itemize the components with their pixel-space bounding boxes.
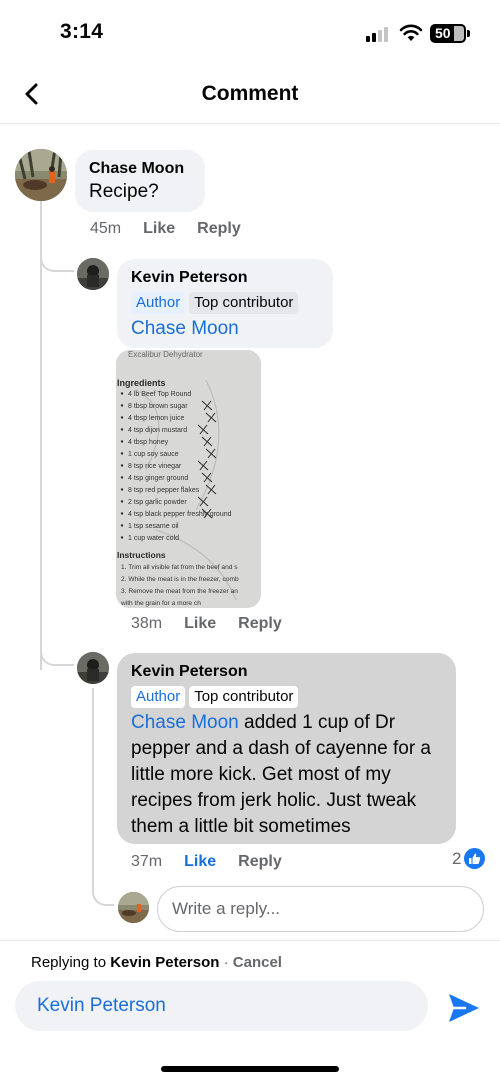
photo-ingredient: 4 lb Beef Top Round xyxy=(128,391,191,398)
cellular-signal-icon xyxy=(366,26,392,42)
top-contributor-badge: Top contributor xyxy=(189,686,299,708)
comment-time: 37m xyxy=(131,853,163,870)
photo-bullet xyxy=(120,404,124,407)
status-bar: 3:14 50 xyxy=(0,0,500,64)
author-badge: Author xyxy=(131,292,186,314)
page-title: Comment xyxy=(201,82,299,105)
photo-bullet xyxy=(120,464,124,467)
replying-indicator: Replying to Kevin Peterson · Cancel xyxy=(31,954,282,971)
thread-branch xyxy=(92,688,114,906)
comment-actions: 45m Like Reply xyxy=(90,220,263,238)
wifi-icon xyxy=(399,24,423,41)
photo-ingredient: 4 tsp black pepper freshly ground xyxy=(128,511,232,518)
status-time: 3:14 xyxy=(60,20,104,43)
photo-bullet xyxy=(120,536,124,539)
comment-author[interactable]: Kevin Peterson xyxy=(131,268,319,288)
photo-ingredient: 1 cup water cold xyxy=(128,535,179,542)
photo-bullet xyxy=(120,392,124,395)
photo-bullet xyxy=(120,488,124,491)
reaction-summary[interactable]: 2 xyxy=(452,848,486,869)
comment-time: 45m xyxy=(90,220,122,237)
thread-line xyxy=(40,200,42,670)
avatar[interactable] xyxy=(77,258,109,290)
reply-button[interactable]: Reply xyxy=(238,615,282,633)
photo-bullet xyxy=(120,524,124,527)
photo-bullet xyxy=(120,440,124,443)
thread-branch xyxy=(40,250,74,272)
comment-input[interactable]: Kevin Peterson xyxy=(15,981,428,1031)
like-button[interactable]: Like xyxy=(184,853,216,871)
current-user-avatar xyxy=(118,892,149,923)
photo-bullet xyxy=(120,452,124,455)
comment-time: 38m xyxy=(131,615,163,632)
battery-level: 50 xyxy=(435,25,451,41)
photo-instruction: with the grain for a more ch xyxy=(120,600,201,607)
photo-ingredient: 4 tbsp lemon juice xyxy=(128,415,185,422)
reply-button[interactable]: Reply xyxy=(238,853,282,871)
avatar[interactable] xyxy=(15,149,67,201)
photo-bullet xyxy=(120,428,124,431)
send-icon[interactable] xyxy=(447,991,481,1025)
photo-ingredient: 4 tsp dijon mustard xyxy=(128,427,187,434)
photo-bullet xyxy=(120,416,124,419)
thread-branch xyxy=(40,640,74,666)
photo-caption: Excalibur Dehydrator xyxy=(128,350,203,359)
comment-bubble[interactable]: Chase Moon Recipe? xyxy=(75,150,205,212)
comment-bubble[interactable]: Kevin Peterson Author Top contributor Ch… xyxy=(117,259,333,348)
header: Comment xyxy=(0,64,500,124)
comment-text: Recipe? xyxy=(89,181,159,202)
photo-bullet xyxy=(120,500,124,503)
photo-ingredient: 2 tsp garlic powder xyxy=(128,499,187,506)
photo-instruction: 3. Remove the meat from the freezer an xyxy=(121,588,238,595)
comment-author[interactable]: Kevin Peterson xyxy=(131,662,442,682)
photo-heading: Instructions xyxy=(117,550,166,560)
comment-photo[interactable]: Excalibur Dehydrator Ingredients 4 lb Be… xyxy=(116,350,261,608)
comment-author[interactable]: Chase Moon xyxy=(89,159,191,179)
photo-ingredient: 8 tbsp brown sugar xyxy=(128,403,188,410)
comment-bubble[interactable]: Kevin Peterson Author Top contributor Ch… xyxy=(117,653,456,844)
separator-dot: · xyxy=(219,954,233,971)
cancel-reply-button[interactable]: Cancel xyxy=(233,954,282,971)
comment-actions: 38m Like Reply xyxy=(131,615,304,633)
photo-instruction: 2. While the meat is in the freezer, com… xyxy=(121,576,239,583)
mention-link[interactable]: Chase Moon xyxy=(131,712,239,733)
battery-icon: 50 xyxy=(430,24,470,43)
home-indicator xyxy=(161,1066,339,1072)
avatar[interactable] xyxy=(77,652,109,684)
photo-bullet xyxy=(120,476,124,479)
thumbs-up-icon xyxy=(464,848,486,869)
top-contributor-badge: Top contributor xyxy=(189,292,299,314)
mention-link[interactable]: Chase Moon xyxy=(131,316,319,342)
photo-ingredient: 8 tsp rice vinegar xyxy=(128,463,182,470)
author-badges: Author Top contributor xyxy=(131,292,319,314)
photo-ingredient: 4 tbsp honey xyxy=(128,439,169,446)
reaction-count: 2 xyxy=(452,848,462,868)
reply-button[interactable]: Reply xyxy=(197,220,241,238)
author-badges: Author Top contributor xyxy=(131,686,442,708)
photo-ingredient: 1 tsp sesame oil xyxy=(128,523,179,530)
comment-actions: 37m Like Reply xyxy=(131,853,304,871)
like-button[interactable]: Like xyxy=(184,615,216,633)
photo-ingredient: 1 cup soy sauce xyxy=(128,451,179,458)
replying-prefix: Replying to xyxy=(31,954,111,971)
like-button[interactable]: Like xyxy=(143,220,175,238)
photo-instruction: 1. Trim all visible fat from the beef an… xyxy=(121,564,238,571)
photo-ingredient: 4 tsp ginger ground xyxy=(128,475,188,482)
photo-bullet xyxy=(120,512,124,515)
comment-text: Chase Moon added 1 cup of Dr pepper and … xyxy=(131,710,442,840)
photo-heading: Ingredients xyxy=(117,378,166,388)
composer: Replying to Kevin Peterson · Cancel Kevi… xyxy=(0,940,500,1083)
reply-input[interactable]: Write a reply... xyxy=(157,886,484,932)
photo-ingredient: 8 tsp red pepper flakes xyxy=(128,487,200,494)
author-badge: Author xyxy=(131,686,186,708)
replying-name: Kevin Peterson xyxy=(110,954,220,971)
